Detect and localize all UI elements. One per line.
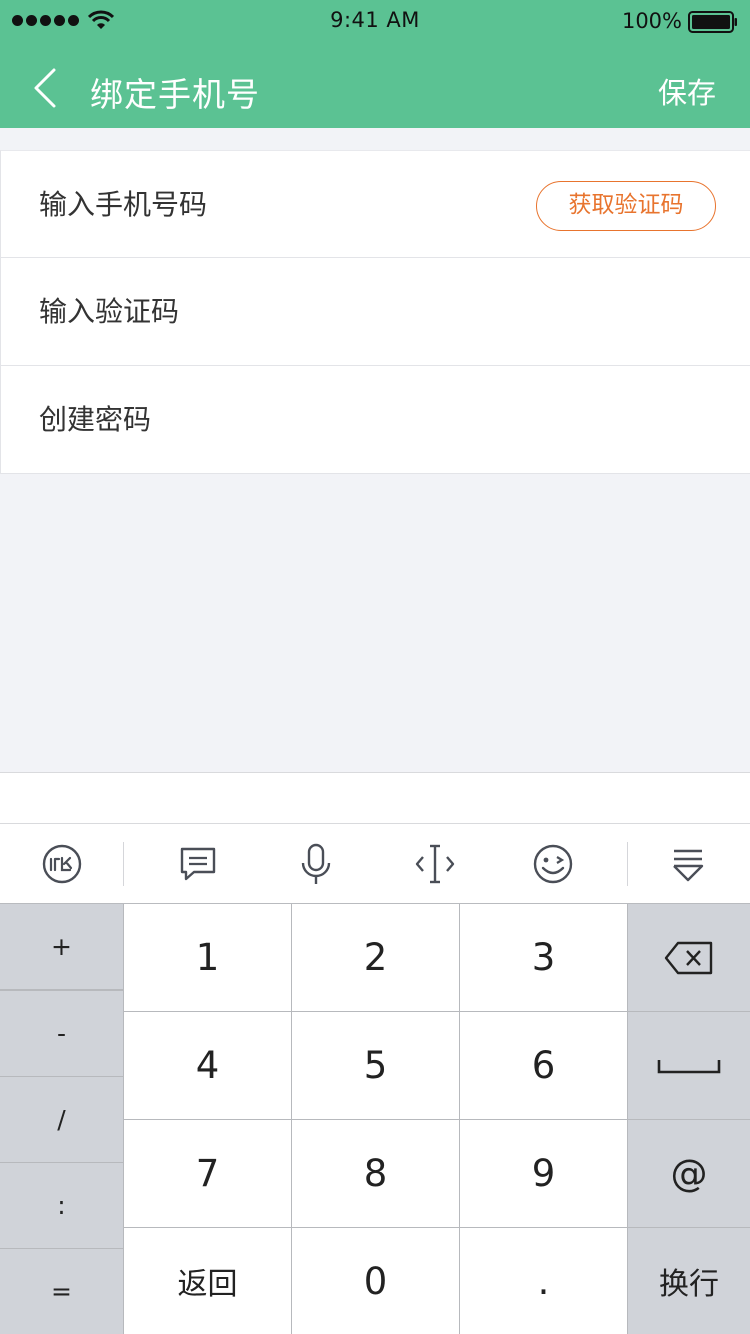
status-bar: 9:41 AM 100% (0, 0, 750, 44)
symbol-key[interactable]: : (0, 1163, 123, 1248)
key-4[interactable]: 4 (124, 1012, 291, 1119)
symbol-key[interactable]: + (0, 904, 123, 989)
key-2[interactable]: 2 (292, 904, 459, 1011)
numeric-keyboard: + - / : = 1 2 3 4 5 6 7 8 9 @ 返回 0 . 换行 (0, 904, 750, 1334)
key-3[interactable]: 3 (460, 904, 627, 1011)
keyboard-toolbar (0, 824, 750, 904)
key-7[interactable]: 7 (124, 1120, 291, 1227)
back-button[interactable] (26, 66, 66, 110)
bind-phone-form: 获取验证码 (0, 150, 750, 474)
key-0[interactable]: 0 (292, 1228, 459, 1334)
ime-logo-icon[interactable] (40, 842, 84, 886)
key-6[interactable]: 6 (460, 1012, 627, 1119)
password-row (0, 366, 750, 474)
chat-bubble-icon[interactable] (176, 842, 220, 886)
newline-key[interactable]: 换行 (628, 1228, 750, 1334)
save-button[interactable]: 保存 (658, 70, 716, 112)
hide-keyboard-icon[interactable] (666, 842, 710, 886)
key-dot[interactable]: . (460, 1228, 627, 1334)
battery-icon (688, 11, 737, 33)
emoji-icon[interactable] (531, 842, 575, 886)
code-row (0, 258, 750, 366)
keyboard-candidate-bar (0, 772, 750, 824)
symbol-key[interactable]: / (0, 1077, 123, 1162)
at-key[interactable]: @ (628, 1120, 750, 1227)
get-code-button[interactable]: 获取验证码 (536, 181, 716, 231)
return-key[interactable]: 返回 (124, 1228, 291, 1334)
backspace-icon (664, 941, 713, 974)
microphone-icon[interactable] (294, 842, 338, 886)
phone-row: 获取验证码 (0, 150, 750, 258)
chevron-left-icon (34, 68, 56, 108)
toolbar-divider (123, 842, 124, 886)
header: 9:41 AM 100% 绑定手机号 保存 (0, 0, 750, 128)
space-icon (657, 1059, 721, 1073)
toolbar-divider (627, 842, 628, 886)
delete-key[interactable] (628, 904, 750, 1011)
return-key-label: 返回 (177, 1267, 238, 1302)
symbol-key[interactable]: - (0, 991, 123, 1076)
verification-code-input[interactable] (39, 258, 509, 365)
key-5[interactable]: 5 (292, 1012, 459, 1119)
key-8[interactable]: 8 (292, 1120, 459, 1227)
key-1[interactable]: 1 (124, 904, 291, 1011)
phone-input[interactable] (39, 151, 509, 258)
cursor-move-icon[interactable] (413, 842, 457, 886)
key-9[interactable]: 9 (460, 1120, 627, 1227)
page-title: 绑定手机号 (90, 75, 260, 114)
space-key[interactable] (628, 1012, 750, 1119)
symbol-column: + - / : = (0, 904, 123, 1334)
battery-percent: 100% (621, 9, 682, 33)
newline-key-label: 换行 (659, 1267, 719, 1302)
nav-bar: 绑定手机号 保存 (0, 44, 750, 128)
symbol-key[interactable]: = (0, 1249, 123, 1334)
password-input[interactable] (39, 366, 509, 473)
